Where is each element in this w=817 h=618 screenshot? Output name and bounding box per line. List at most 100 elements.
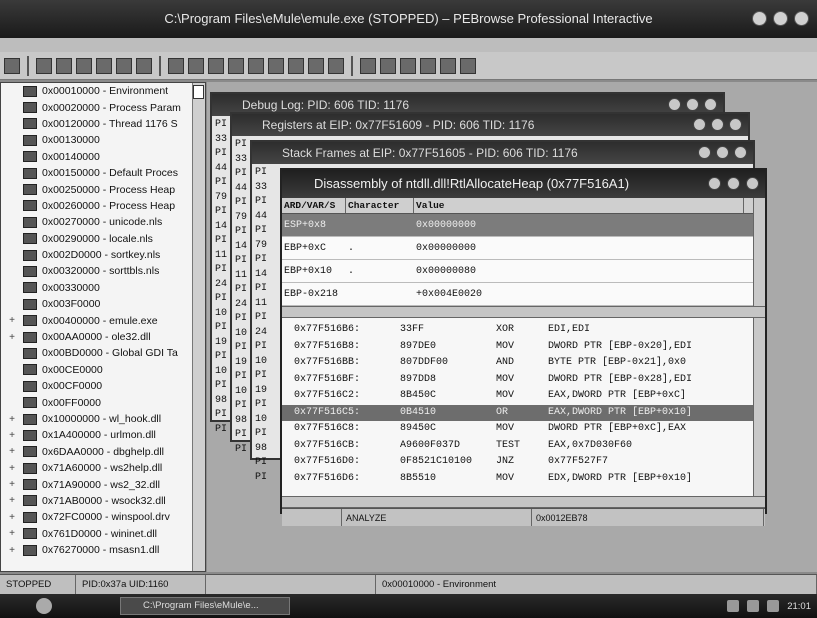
table-row[interactable]: EBP+0x10. 0x00000080 [282,260,765,283]
taskbar-item[interactable]: C:\Program Files\eMule\e... [120,597,290,615]
table-row[interactable]: EBP+0xC. 0x00000000 [282,237,765,260]
go-icon[interactable] [116,57,132,74]
stack-icon[interactable] [380,57,396,74]
expand-icon[interactable]: + [1,446,23,457]
tree-item[interactable]: +0x00AA0000 - ole32.dll [1,329,205,345]
tree-item[interactable]: +0x6DAA0000 - dbghelp.dll [1,444,205,460]
instruction-row[interactable]: 0x77F516C8: 89450C MOV DWORD PTR [EBP+0xC],… [282,421,765,438]
disassembly-title[interactable]: Disassembly of ntdll.dll!RtlAllocateHeap… [282,170,765,198]
tree-item[interactable]: +0x00400000 - emule.exe [1,312,205,328]
volume-icon[interactable] [747,600,760,612]
stop-icon[interactable] [136,57,152,74]
expand-icon[interactable]: + [1,495,23,506]
tree-item[interactable]: 0x00250000 - Process Heap [1,181,205,197]
step-into-icon[interactable] [168,57,184,74]
step-out-icon[interactable] [208,57,224,74]
registers-icon[interactable] [288,57,304,74]
maximize-button[interactable] [686,98,699,111]
minimize-button[interactable] [698,146,711,159]
step-over-icon[interactable] [188,57,204,74]
column-header[interactable]: ARD/VAR/S [282,198,346,213]
minimize-button[interactable] [708,177,721,190]
expand-icon[interactable]: + [1,512,23,523]
modules-icon[interactable] [328,57,344,74]
instruction-row[interactable]: 0x77F516D0: 0F8521C10100 JNZ 0x77F527F7 [282,454,765,471]
tree-item[interactable]: 0x00020000 - Process Param [1,99,205,115]
tree-item[interactable]: 0x00010000 - Environment [1,83,205,99]
disassembly-icon[interactable] [400,57,416,74]
find-icon[interactable] [268,57,284,74]
instruction-row[interactable]: 0x77F516B6: 33FF XOR EDI,EDI [282,322,765,339]
tree-item[interactable]: 0x003F0000 [1,296,205,312]
tree-scrollbar[interactable] [192,83,205,571]
threads-icon[interactable] [308,57,324,74]
attach-process-icon[interactable] [36,57,52,74]
column-header[interactable]: Value [414,198,744,213]
close-button[interactable] [734,146,747,159]
tree-item[interactable]: 0x00BD0000 - Global GDI Ta [1,345,205,361]
expand-icon[interactable]: + [1,315,23,326]
tree-item[interactable]: +0x71AB0000 - wsock32.dll [1,493,205,509]
close-button[interactable] [794,11,809,26]
tree-item[interactable]: 0x00270000 - unicode.nls [1,214,205,230]
tree-item[interactable]: 0x00120000 - Thread 1176 S [1,116,205,132]
tree-scroll-thumb[interactable] [193,85,204,99]
tree-item[interactable]: 0x00260000 - Process Heap [1,198,205,214]
new-process-icon[interactable] [56,57,72,74]
expand-icon[interactable]: + [1,479,23,490]
network-icon[interactable] [727,600,740,612]
memory-tree[interactable]: 0x00010000 - Environment 0x00020000 - Pro… [0,82,206,572]
security-icon[interactable] [767,600,780,612]
close-button[interactable] [729,118,742,131]
listing-hscrollbar[interactable] [282,496,765,508]
tree-item[interactable]: +0x1A400000 - urlmon.dll [1,427,205,443]
minimize-button[interactable] [668,98,681,111]
instruction-row[interactable]: 0x77F516CB: A9600F037D TEST EAX,0x7D030F60 [282,438,765,455]
expand-icon[interactable]: + [1,528,23,539]
minimize-button[interactable] [693,118,706,131]
tree-item[interactable]: 0x00290000 - locale.nls [1,231,205,247]
tree-item[interactable]: +0x76270000 - msasn1.dll [1,542,205,558]
tree-item[interactable]: 0x00130000 [1,132,205,148]
search-icon[interactable] [96,57,112,74]
instruction-row[interactable]: 0x77F516C5: 0B4510 OR EAX,DWORD PTR [EBP+0x… [282,404,765,421]
disassembly-window[interactable]: Disassembly of ntdll.dll!RtlAllocateHeap… [280,168,767,526]
tree-item[interactable]: 0x002D0000 - sortkey.nls [1,247,205,263]
tree-item[interactable]: 0x00320000 - sorttbls.nls [1,263,205,279]
tree-item[interactable]: 0x00CE0000 [1,362,205,378]
tree-item[interactable]: +0x10000000 - wl_hook.dll [1,411,205,427]
dump-icon[interactable] [420,57,436,74]
tree-item[interactable]: 0x00FF0000 [1,394,205,410]
tree-item[interactable]: 0x00150000 - Default Proces [1,165,205,181]
maximize-button[interactable] [773,11,788,26]
instruction-row[interactable]: 0x77F516B8: 897DE0 MOV DWORD PTR [EBP-0x20]… [282,339,765,356]
locals-vscrollbar[interactable] [753,198,765,306]
listing-vscrollbar[interactable] [753,318,765,496]
expand-icon[interactable]: + [1,430,23,441]
instruction-row[interactable]: 0x77F516BB: 807DDF00 AND BYTE PTR [EBP-0x21… [282,355,765,372]
column-header[interactable]: Character [346,198,414,213]
expand-icon[interactable]: + [1,545,23,556]
expand-icon[interactable]: + [1,414,23,425]
tree-item[interactable]: +0x71A60000 - ws2help.dll [1,460,205,476]
instruction-row[interactable]: 0x77F516D6: 8B5510 MOV EDX,DWORD PTR [EBP+0… [282,471,765,488]
open-file-icon[interactable] [4,57,20,74]
locals-grid[interactable]: ARD/VAR/S Character Value ESP+0x8 0x00000… [282,198,765,306]
tree-item[interactable]: +0x761D0000 - wininet.dll [1,526,205,542]
locals-hscrollbar[interactable] [282,306,765,318]
tree-item[interactable]: +0x71A90000 - ws2_32.dll [1,476,205,492]
start-button[interactable] [36,598,52,614]
instruction-row[interactable]: 0x77F516C2: 8B450C MOV EAX,DWORD PTR [EBP+0… [282,388,765,405]
maximize-button[interactable] [716,146,729,159]
expand-icon[interactable]: + [1,463,23,474]
stack-frames-title[interactable]: Stack Frames at EIP: 0x77F51605 - PID: 6… [252,142,753,164]
table-row[interactable]: EBP-0x218 +0x004E0020 [282,283,765,306]
help-icon[interactable] [460,57,476,74]
tree-item[interactable]: 0x00CF0000 [1,378,205,394]
maximize-button[interactable] [727,177,740,190]
breakpoint-icon[interactable] [228,57,244,74]
close-button[interactable] [746,177,759,190]
instruction-row[interactable]: 0x77F516BF: 897DD8 MOV DWORD PTR [EBP-0x28]… [282,372,765,389]
memory-icon[interactable] [76,57,92,74]
options-icon[interactable] [440,57,456,74]
